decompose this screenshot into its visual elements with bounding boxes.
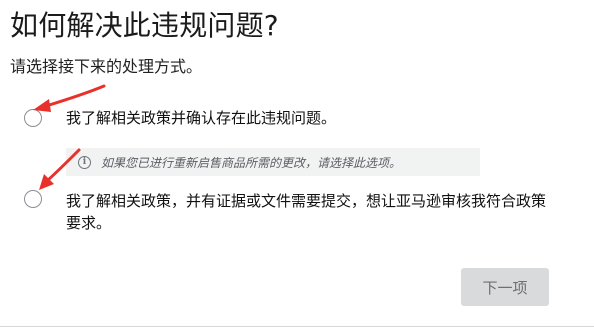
next-button[interactable]: 下一项 — [461, 268, 549, 306]
info-note-text: 如果您已进行重新启售商品所需的更改，请选择此选项。 — [101, 155, 402, 170]
option-2-label[interactable]: 我了解相关政策，并有证据或文件需要提交，想让亚马逊审核我符合政策要求。 — [66, 190, 546, 234]
option-2-radio[interactable] — [24, 190, 42, 208]
info-icon: i — [78, 155, 91, 169]
info-note: i 如果您已进行重新启售商品所需的更改，请选择此选项。 — [66, 148, 480, 176]
bottom-divider — [0, 326, 594, 327]
page-subtitle: 请选择接下来的处理方式。 — [10, 57, 203, 76]
page-title: 如何解决此违规问题? — [10, 9, 279, 42]
option-1-label[interactable]: 我了解相关政策并确认存在此违规问题。 — [66, 107, 336, 129]
option-1-radio[interactable] — [24, 109, 42, 127]
